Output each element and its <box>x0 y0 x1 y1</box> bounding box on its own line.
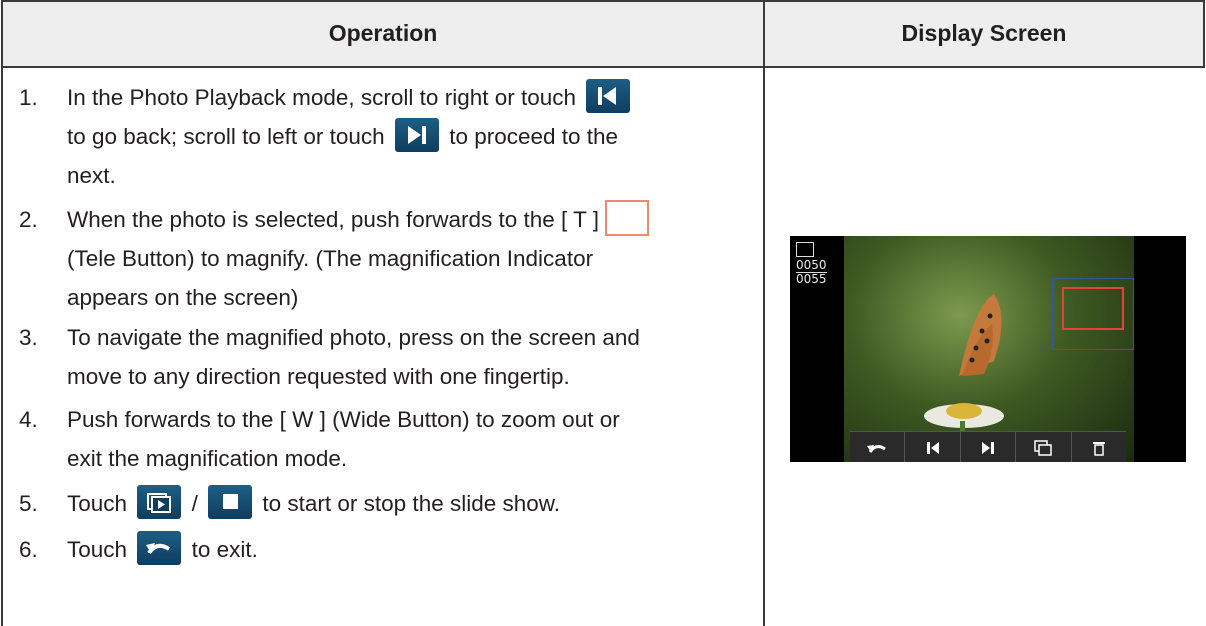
skip-previous-icon[interactable] <box>905 432 961 462</box>
camera-display-screen: 0050 0055 <box>790 236 1186 462</box>
step-text: Push forwards to the [ W ] (Wide Button)… <box>67 407 620 432</box>
operation-column-header: Operation <box>328 20 438 46</box>
trash-icon[interactable] <box>1072 432 1126 462</box>
step-text: / <box>191 491 198 516</box>
step-text: to exit. <box>191 537 258 562</box>
step-text: appears on the screen) <box>67 285 299 311</box>
camera-mode-icon <box>796 242 814 257</box>
step-number: 3. <box>19 325 38 350</box>
return-icon <box>137 531 182 566</box>
step-text: When the photo is selected, push forward… <box>67 207 599 232</box>
step-number: 4. <box>19 407 38 432</box>
step-number: 6. <box>19 537 38 562</box>
step-text: to go back; scroll to left or touch <box>67 124 385 149</box>
total-photo-number: 0055 <box>796 272 827 286</box>
return-icon[interactable] <box>850 432 906 462</box>
slideshow-icon[interactable] <box>1016 432 1072 462</box>
step-number: 1. <box>19 85 38 110</box>
column-divider <box>763 0 765 626</box>
current-photo-number: 0050 <box>796 258 827 272</box>
step-number: 2. <box>19 207 38 232</box>
playback-toolbar <box>850 431 1126 462</box>
magnification-view-box <box>1062 287 1124 330</box>
skip-previous-icon <box>586 79 631 114</box>
step-text: move to any direction requested with one… <box>67 364 570 389</box>
tele-button-icon <box>604 200 649 237</box>
step-text: (Tele Button) to magnify. (The magnifica… <box>67 246 594 272</box>
step-text: In the Photo Playback mode, scroll to ri… <box>67 85 577 110</box>
step-text: Touch <box>67 491 128 516</box>
skip-next-icon[interactable] <box>961 432 1017 462</box>
header-divider <box>1 66 1205 68</box>
table-right-border <box>1203 0 1205 66</box>
photo-counter: 0050 0055 <box>796 242 827 286</box>
skip-next-icon <box>394 118 439 153</box>
step-text: to proceed to the <box>449 124 619 149</box>
step-number: 5. <box>19 491 38 516</box>
step-text: next. <box>67 163 116 188</box>
stop-icon <box>208 485 253 520</box>
display-screen-column-header: Display Screen <box>901 20 1067 46</box>
step-text: exit the magnification mode. <box>67 446 348 471</box>
table-left-border <box>1 0 3 626</box>
slideshow-icon <box>137 485 182 520</box>
step-text: to start or stop the slide show. <box>262 491 561 516</box>
step-text: To navigate the magnified photo, press o… <box>67 325 640 350</box>
step-text: Touch <box>67 537 128 562</box>
